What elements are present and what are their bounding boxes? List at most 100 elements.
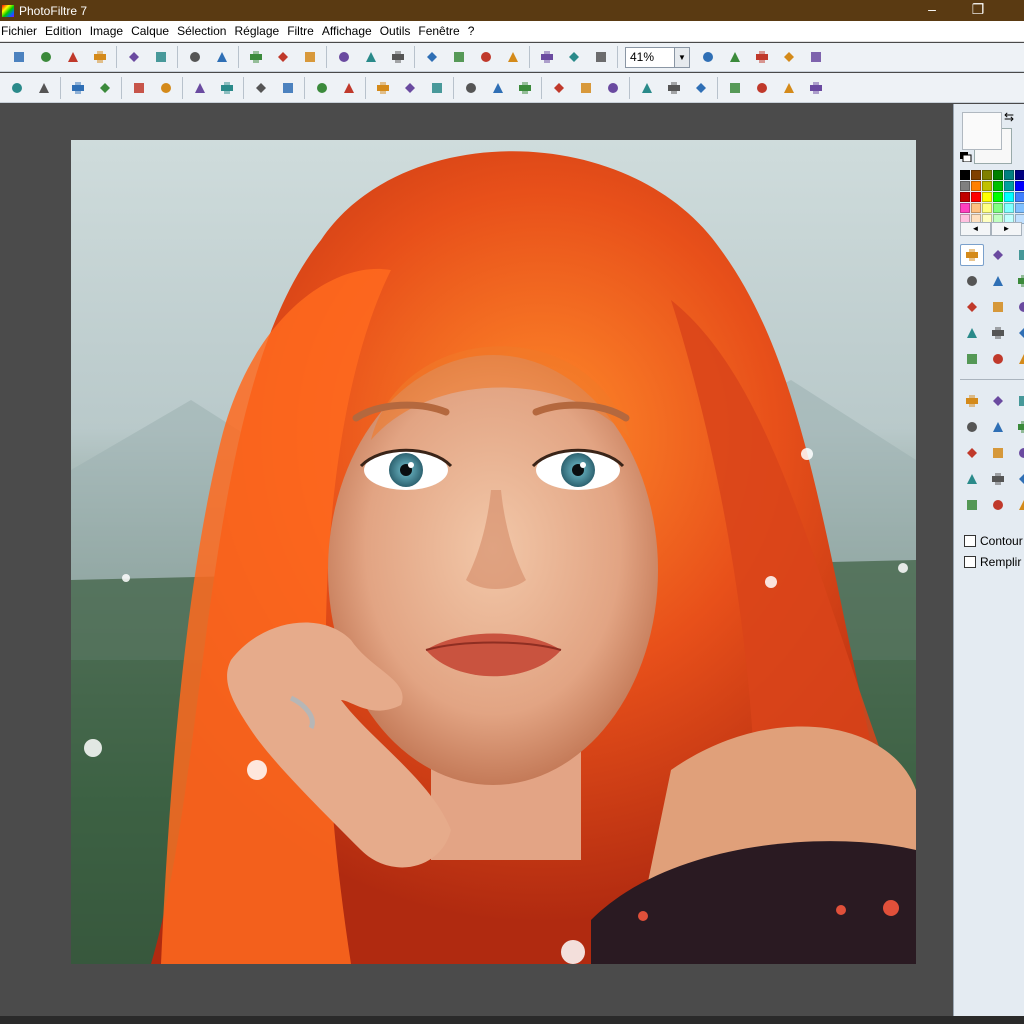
lasso-tool[interactable]	[960, 442, 984, 464]
save-as-button[interactable]	[88, 46, 111, 68]
new-button[interactable]	[7, 46, 30, 68]
redo-button[interactable]	[210, 46, 233, 68]
color-swatch[interactable]	[982, 181, 992, 191]
batch-button[interactable]	[589, 46, 612, 68]
magic-wand-tool[interactable]	[986, 270, 1010, 292]
pattern-button[interactable]	[425, 77, 448, 99]
line-tool[interactable]	[1012, 270, 1024, 292]
color-grid-button[interactable]	[359, 46, 382, 68]
eraser-tool[interactable]	[1012, 296, 1024, 318]
emboss-button[interactable]	[547, 77, 570, 99]
remplir-checkbox[interactable]	[964, 556, 976, 568]
maximize-button[interactable]: ❐	[955, 0, 1001, 21]
explorer-button[interactable]	[535, 46, 558, 68]
transform-tool[interactable]	[986, 494, 1010, 516]
menu-filtre[interactable]: Filtre	[286, 24, 320, 38]
color-swatch[interactable]	[993, 192, 1003, 202]
crop-button[interactable]	[474, 46, 497, 68]
soften-button[interactable]	[574, 77, 597, 99]
brush-tool[interactable]	[960, 322, 984, 344]
diamond-tool[interactable]	[960, 416, 984, 438]
eyedropper-tool[interactable]	[960, 270, 984, 292]
menu-edition[interactable]: Edition	[44, 24, 88, 38]
saturation-plus-button[interactable]	[215, 77, 238, 99]
foreground-color[interactable]	[962, 112, 1002, 150]
actual-size-button[interactable]	[777, 46, 800, 68]
stamp-tool[interactable]	[1012, 348, 1024, 370]
remplir-option[interactable]: Remplir	[964, 555, 1021, 569]
color-swatch[interactable]	[960, 192, 970, 202]
marquee-tool[interactable]	[1012, 468, 1024, 490]
triangle-tool[interactable]	[986, 416, 1010, 438]
layer-button[interactable]	[298, 46, 321, 68]
swap-colors-icon[interactable]: ⇆	[1004, 110, 1014, 124]
color-swatch[interactable]	[971, 181, 981, 191]
color-swatch[interactable]	[993, 181, 1003, 191]
image-size-button[interactable]	[420, 46, 443, 68]
menu-calque[interactable]: Calque	[130, 24, 175, 38]
color-swatch[interactable]	[982, 203, 992, 213]
text-select-tool[interactable]	[960, 494, 984, 516]
menu-reglage[interactable]: Réglage	[233, 24, 285, 38]
automation-button[interactable]	[562, 46, 585, 68]
rotate-right-button[interactable]	[804, 77, 827, 99]
text-button[interactable]	[501, 46, 524, 68]
sharpen-button[interactable]	[513, 77, 536, 99]
levels-button[interactable]	[276, 77, 299, 99]
menu-affichage[interactable]: Affichage	[321, 24, 378, 38]
contrast-minus-button[interactable]	[66, 77, 89, 99]
reset-colors-icon[interactable]	[960, 152, 972, 162]
flip-v-button[interactable]	[750, 77, 773, 99]
color-swatch[interactable]	[1015, 170, 1024, 180]
ellipse-tool[interactable]	[986, 390, 1010, 412]
scan-button[interactable]	[149, 46, 172, 68]
transparency-button[interactable]	[689, 77, 712, 99]
polygon-tool[interactable]	[986, 442, 1010, 464]
dither-button[interactable]	[398, 77, 421, 99]
color-swatch[interactable]	[960, 170, 970, 180]
smudge-tool[interactable]	[1012, 322, 1024, 344]
color-swatch[interactable]	[971, 203, 981, 213]
color-swatch[interactable]	[993, 203, 1003, 213]
color-swatch[interactable]	[982, 192, 992, 202]
menu-selection[interactable]: Sélection	[176, 24, 232, 38]
print-button[interactable]	[122, 46, 145, 68]
paste-layer-button[interactable]	[244, 46, 267, 68]
menu-help[interactable]: ?	[467, 24, 481, 38]
square-select-tool[interactable]	[1012, 416, 1024, 438]
pencil-tool[interactable]	[986, 322, 1010, 344]
brightness-minus-button[interactable]	[32, 77, 55, 99]
color-swatch[interactable]	[1004, 181, 1014, 191]
gamma-plus-button[interactable]	[154, 77, 177, 99]
color-swatch[interactable]	[1004, 203, 1014, 213]
finger-tool[interactable]	[986, 348, 1010, 370]
duplicate-button[interactable]	[271, 46, 294, 68]
contour-option[interactable]: Contour	[964, 534, 1023, 548]
hand-tool[interactable]	[1012, 244, 1024, 266]
color-swatch[interactable]	[1015, 192, 1024, 202]
menu-fenetre[interactable]: Fenêtre	[417, 24, 465, 38]
brightness-plus-button[interactable]	[5, 77, 28, 99]
zoom-combobox[interactable]: ▼	[625, 46, 690, 68]
menu-fichier[interactable]: Fichier	[0, 24, 43, 38]
layer-manager-tool[interactable]	[986, 244, 1010, 266]
color-swatch[interactable]	[960, 181, 970, 191]
equal-tool[interactable]	[960, 468, 984, 490]
color-swatch[interactable]	[1015, 203, 1024, 213]
color-selector[interactable]: ⇆	[960, 110, 1018, 166]
contrast-plus-button[interactable]	[93, 77, 116, 99]
saturation-minus-button[interactable]	[188, 77, 211, 99]
flip-h-button[interactable]	[723, 77, 746, 99]
open-button[interactable]	[34, 46, 57, 68]
grayscale-button[interactable]	[459, 77, 482, 99]
rounded-rect-tool[interactable]	[1012, 390, 1024, 412]
zoom-input[interactable]	[626, 47, 674, 67]
color-swatch[interactable]	[982, 170, 992, 180]
grid-button[interactable]	[371, 77, 394, 99]
color-swatch[interactable]	[1015, 181, 1024, 191]
color-swatch[interactable]	[1004, 170, 1014, 180]
blur-button[interactable]	[486, 77, 509, 99]
magic-selection-tool[interactable]	[1012, 442, 1024, 464]
palette-next-button[interactable]: ►	[991, 222, 1022, 236]
rect-image-button[interactable]	[332, 46, 355, 68]
